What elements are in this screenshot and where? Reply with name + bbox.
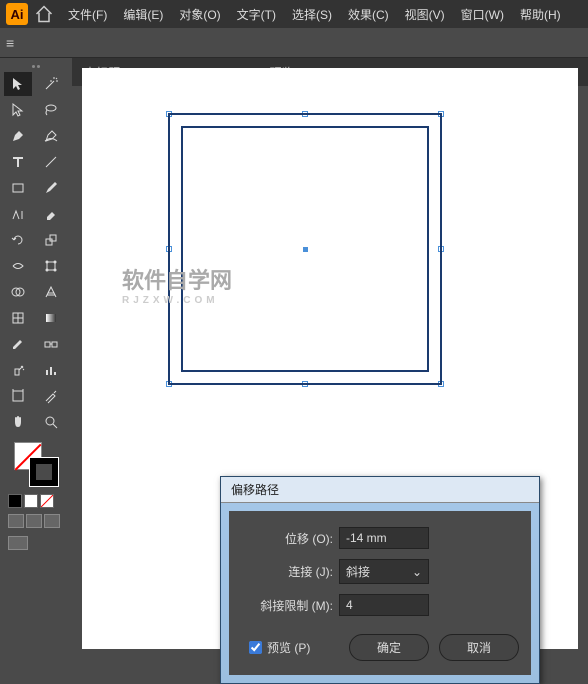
- shape-builder-tool[interactable]: [4, 280, 32, 304]
- free-transform-tool[interactable]: [37, 254, 65, 278]
- watermark-sub: RJZXW.COM: [122, 295, 232, 306]
- artboard-tool[interactable]: [4, 384, 32, 408]
- blend-tool[interactable]: [37, 332, 65, 356]
- lasso-tool[interactable]: [37, 98, 65, 122]
- menu-edit[interactable]: 编辑(E): [115, 2, 171, 27]
- draw-mode-behind[interactable]: [26, 514, 42, 528]
- ok-button[interactable]: 确定: [349, 634, 429, 661]
- menu-window[interactable]: 窗口(W): [453, 2, 512, 27]
- direct-selection-tool[interactable]: [4, 98, 32, 122]
- offset-input[interactable]: [339, 527, 429, 549]
- eraser-tool[interactable]: [37, 202, 65, 226]
- gradient-tool[interactable]: [37, 306, 65, 330]
- menu-object[interactable]: 对象(O): [171, 2, 228, 27]
- chevron-down-icon: ⌄: [412, 565, 422, 579]
- menu-effect[interactable]: 效果(C): [340, 2, 397, 27]
- pen-tool[interactable]: [4, 124, 32, 148]
- draw-mode-normal[interactable]: [8, 514, 24, 528]
- menu-select[interactable]: 选择(S): [284, 2, 340, 27]
- offset-label: 位移 (O):: [241, 530, 333, 547]
- tool-panel: [0, 58, 72, 659]
- menu-view[interactable]: 视图(V): [397, 2, 453, 27]
- swatch-none[interactable]: [40, 494, 54, 508]
- join-select[interactable]: 斜接 ⌄: [339, 559, 429, 584]
- graph-tool[interactable]: [37, 358, 65, 382]
- join-value: 斜接: [346, 563, 370, 580]
- home-icon[interactable]: [34, 4, 54, 24]
- selection-center: [303, 247, 308, 252]
- hand-tool[interactable]: [4, 410, 32, 434]
- menu-file[interactable]: 文件(F): [60, 2, 115, 27]
- control-bar: ≡: [0, 28, 588, 58]
- magic-wand-tool[interactable]: [37, 72, 65, 96]
- preview-check-input[interactable]: [249, 641, 262, 654]
- offset-path-dialog: 偏移路径 位移 (O): 连接 (J): 斜接 ⌄ 斜接限制 (M):: [220, 476, 540, 684]
- title-bar: Ai 文件(F) 编辑(E) 对象(O) 文字(T) 选择(S) 效果(C) 视…: [0, 0, 588, 28]
- perspective-tool[interactable]: [37, 280, 65, 304]
- screen-modes: [2, 510, 70, 532]
- app-logo: Ai: [6, 3, 28, 25]
- menu-help[interactable]: 帮助(H): [512, 2, 569, 27]
- mesh-tool[interactable]: [4, 306, 32, 330]
- curvature-tool[interactable]: [37, 124, 65, 148]
- shaper-tool[interactable]: [4, 202, 32, 226]
- swatch-color[interactable]: [8, 494, 22, 508]
- main-menu: 文件(F) 编辑(E) 对象(O) 文字(T) 选择(S) 效果(C) 视图(V…: [60, 2, 569, 27]
- eyedropper-tool[interactable]: [4, 332, 32, 356]
- width-tool[interactable]: [4, 254, 32, 278]
- paintbrush-tool[interactable]: [37, 176, 65, 200]
- dialog-title: 偏移路径: [221, 477, 539, 503]
- screen-mode-row: [2, 532, 70, 554]
- preview-checkbox[interactable]: 预览 (P): [249, 639, 310, 656]
- preview-label: 预览 (P): [267, 639, 310, 656]
- stroke-swatch[interactable]: [30, 458, 58, 486]
- menu-type[interactable]: 文字(T): [229, 2, 284, 27]
- join-label: 连接 (J):: [241, 563, 333, 580]
- selection-tool[interactable]: [4, 72, 32, 96]
- screen-mode[interactable]: [8, 536, 28, 550]
- scale-tool[interactable]: [37, 228, 65, 252]
- miter-label: 斜接限制 (M):: [241, 597, 333, 614]
- rectangle-tool[interactable]: [4, 176, 32, 200]
- rotate-tool[interactable]: [4, 228, 32, 252]
- canvas-area: 未标题-1* @ 29.41% (CMYK/GPU 预览) × 软件自学网 RJ…: [72, 58, 588, 659]
- watermark-text: 软件自学网: [122, 268, 232, 293]
- symbol-sprayer-tool[interactable]: [4, 358, 32, 382]
- panel-grabber[interactable]: [2, 62, 70, 70]
- doc-menu-icon[interactable]: ≡: [6, 35, 14, 51]
- draw-mode-inside[interactable]: [44, 514, 60, 528]
- swatch-gradient[interactable]: [24, 494, 38, 508]
- watermark: 软件自学网 RJZXW.COM: [122, 263, 232, 306]
- cancel-button[interactable]: 取消: [439, 634, 519, 661]
- line-tool[interactable]: [37, 150, 65, 174]
- miter-input[interactable]: [339, 594, 429, 616]
- type-tool[interactable]: [4, 150, 32, 174]
- fill-stroke-control[interactable]: [2, 436, 70, 492]
- color-swatches: [2, 492, 70, 510]
- slice-tool[interactable]: [37, 384, 65, 408]
- zoom-tool[interactable]: [37, 410, 65, 434]
